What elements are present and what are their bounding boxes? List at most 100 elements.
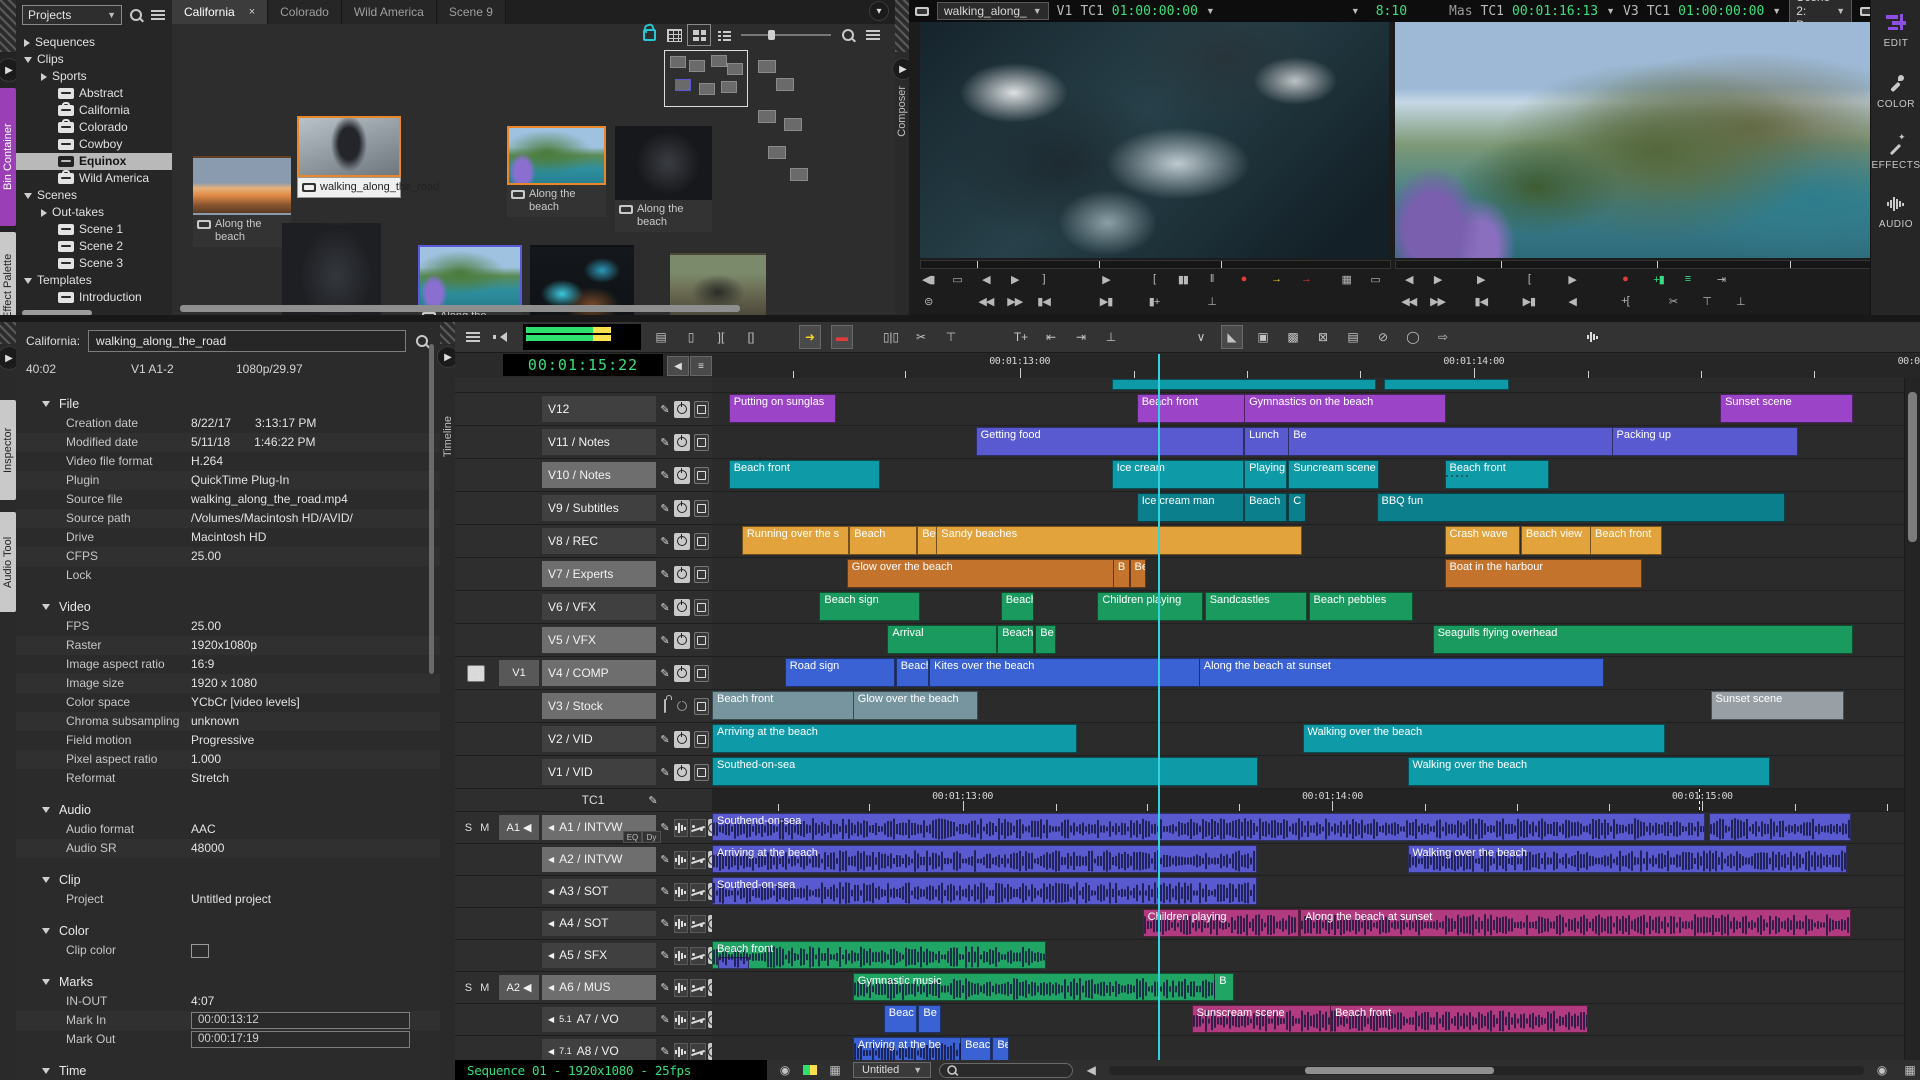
transport-button[interactable]: +▮ xyxy=(1650,270,1668,288)
section-header[interactable]: File xyxy=(16,394,440,414)
timeline-clip[interactable]: Beach front xyxy=(1137,394,1246,423)
track-lane-a4[interactable]: Children playingAlong the beach at sunse… xyxy=(712,908,1905,940)
track-lane-tc1[interactable]: 00:01:13:0000:01:14:0000:01:15:00 xyxy=(712,789,1905,812)
sidebar-item-scene-3[interactable]: Scene 3 xyxy=(16,255,172,272)
source-track-chip[interactable]: V1 xyxy=(499,660,539,686)
meter-mini-icon[interactable] xyxy=(803,1065,817,1075)
track-monitor-icon[interactable] xyxy=(694,698,709,715)
text-tool-icon[interactable]: T+ xyxy=(1011,326,1031,348)
bin-tab-colorado[interactable]: Colorado xyxy=(268,0,342,24)
align-right-icon[interactable]: ⇥ xyxy=(1071,326,1091,348)
track-waveform-icon[interactable] xyxy=(674,819,688,837)
section-header[interactable]: Time xyxy=(16,1061,440,1080)
transport-button[interactable]: ✂ xyxy=(1664,292,1682,310)
timeline-clip[interactable]: Southed-on-sea xyxy=(712,757,1258,786)
pencil-icon[interactable]: ✎ xyxy=(656,853,674,866)
project-menu[interactable]: Untitled▼ xyxy=(853,1062,931,1078)
timeline-clip[interactable]: Children playing xyxy=(1143,909,1299,937)
track-lane-a7[interactable]: BeacBeSunscream sceneBeach front xyxy=(712,1004,1905,1036)
transport-button[interactable]: ⊥ xyxy=(1203,292,1221,310)
timeline-clip[interactable]: Running over the s xyxy=(742,526,849,555)
transport-button[interactable]: ≡ xyxy=(1678,270,1696,288)
track-lane-v4[interactable]: Road signBeachKites over the beachAlong … xyxy=(712,657,1905,690)
track-automation-icon[interactable] xyxy=(690,947,706,965)
timeline-clip[interactable]: Arriving at the beach xyxy=(712,845,1257,873)
track-name-v10[interactable]: V10 / Notes xyxy=(542,462,656,488)
transport-button[interactable]: ● xyxy=(1616,270,1634,288)
transport-button[interactable]: ● xyxy=(1234,270,1252,288)
timeline-clip[interactable]: Road sign xyxy=(785,658,896,687)
sidebar-item-equinox[interactable]: Equinox xyxy=(16,153,172,170)
timeline-clip[interactable]: Lunch xyxy=(1244,427,1290,456)
timecode-menu-button[interactable]: ≡ xyxy=(690,356,712,376)
track-lane-v9[interactable]: Ice cream manBeachCBBQ fun xyxy=(712,492,1905,525)
pencil-icon[interactable]: ✎ xyxy=(656,733,674,746)
bin-clip-card[interactable]: walking_along_the_road xyxy=(297,116,401,198)
timeline-clip[interactable]: Be xyxy=(1130,559,1146,588)
selection-tool-icon[interactable]: ◣ xyxy=(1221,325,1243,349)
track-name-v6[interactable]: V6 / VFX xyxy=(542,594,656,620)
track-name-a2[interactable]: ◀A2 / INTVW xyxy=(542,847,656,872)
sidebar-item-wild-america[interactable]: Wild America xyxy=(16,170,172,187)
sidebar-item-out-takes[interactable]: Out-takes xyxy=(16,204,172,221)
tab-bin-container[interactable]: Bin Container xyxy=(0,88,16,226)
clip-thumbnail[interactable] xyxy=(418,245,522,307)
audio-monitor-icon[interactable] xyxy=(493,326,513,348)
sidebar-item-sports[interactable]: Sports xyxy=(16,68,172,85)
track-power-icon[interactable] xyxy=(674,599,690,616)
transport-button[interactable]: ◀◀ xyxy=(1400,292,1418,310)
track-lane-a1[interactable]: Southend-on-sea xyxy=(712,812,1905,844)
sidebar-item-clips[interactable]: Clips xyxy=(16,51,172,68)
track-automation-icon[interactable] xyxy=(690,1043,706,1061)
pencil-icon[interactable]: ✎ xyxy=(644,794,662,807)
timecode-back-button[interactable]: ◀ xyxy=(667,356,689,376)
bin-clip-card[interactable]: Along the beach xyxy=(615,126,712,232)
track-name-v7[interactable]: V7 / Experts xyxy=(542,561,656,587)
collapse-icon[interactable]: ⊥ xyxy=(1101,326,1121,348)
section-header[interactable]: Color xyxy=(16,921,440,941)
disclosure-icon[interactable] xyxy=(42,877,50,883)
transport-button[interactable]: ▭ xyxy=(948,270,966,288)
transport-button[interactable]: ◀▮ xyxy=(919,270,937,288)
pencil-icon[interactable]: ✎ xyxy=(656,601,674,614)
timeline-clip[interactable]: Suncream scene xyxy=(1288,460,1378,489)
track-power-icon[interactable] xyxy=(674,632,690,649)
track-lane-v3[interactable]: Beach frontGlow over the beachSunset sce… xyxy=(712,690,1905,723)
track-monitor-icon[interactable] xyxy=(694,599,709,616)
transport-button[interactable]: ▶ xyxy=(1097,270,1115,288)
track-name-a5[interactable]: ◀A5 / SFX xyxy=(542,943,656,968)
transport-button[interactable]: ‖ xyxy=(1203,270,1221,288)
record-monitor[interactable] xyxy=(1395,22,1870,258)
track-header-v8[interactable]: V8 / REC✎ xyxy=(455,525,712,558)
track-name-v1[interactable]: V1 / VID xyxy=(542,759,656,785)
track-power-icon[interactable] xyxy=(674,434,690,451)
export-icon[interactable]: ⇨ xyxy=(1433,326,1453,348)
track-header-a5[interactable]: ◀A5 / SFX✎SM xyxy=(455,940,712,972)
bin-clip-card[interactable]: Along the beach xyxy=(507,126,606,217)
timeline-clip[interactable]: Southed-on-sea xyxy=(712,877,1257,905)
align-left-icon[interactable]: ⇤ xyxy=(1041,326,1061,348)
bin-tab-california[interactable]: California× xyxy=(172,0,268,24)
track-lane-v10[interactable]: Beach frontIce creamPlayingSuncream scen… xyxy=(712,459,1905,492)
record-mas-timecode[interactable]: 00:01:16:13 xyxy=(1512,4,1598,19)
grid-button[interactable]: ▦ xyxy=(1900,1059,1920,1080)
transport-button[interactable]: ] xyxy=(1035,270,1053,288)
timeline-clip[interactable]: Arrival xyxy=(887,625,996,654)
bin-table-view-icon[interactable] xyxy=(666,28,682,42)
track-name-v5[interactable]: V5 / VFX xyxy=(542,627,656,653)
track-header-v1[interactable]: V1 / VID✎ xyxy=(455,756,712,789)
mute-clip-icon[interactable]: ⊘ xyxy=(1373,326,1393,348)
sidebar-item-colorado[interactable]: Colorado xyxy=(16,119,172,136)
pencil-icon[interactable]: ✎ xyxy=(656,436,674,449)
source-monitor[interactable] xyxy=(920,22,1389,258)
timeline-clip[interactable]: BBQ fun xyxy=(1377,493,1786,522)
segment-tool-icon[interactable]: ▯ xyxy=(681,326,701,348)
timeline-clip[interactable]: Packing up xyxy=(1612,427,1799,456)
track-lane-v5[interactable]: ArrivalBeachBeSeagulls flying overhead xyxy=(712,624,1905,657)
transport-button[interactable]: +[ xyxy=(1616,292,1634,310)
track-monitor-icon[interactable] xyxy=(694,665,709,682)
search-icon[interactable] xyxy=(128,8,144,22)
timeline-clip[interactable]: Sunscream scene xyxy=(1192,1005,1332,1033)
timeline-clip[interactable]: Beach front xyxy=(1330,1005,1588,1033)
track-monitor-icon[interactable] xyxy=(694,764,709,781)
